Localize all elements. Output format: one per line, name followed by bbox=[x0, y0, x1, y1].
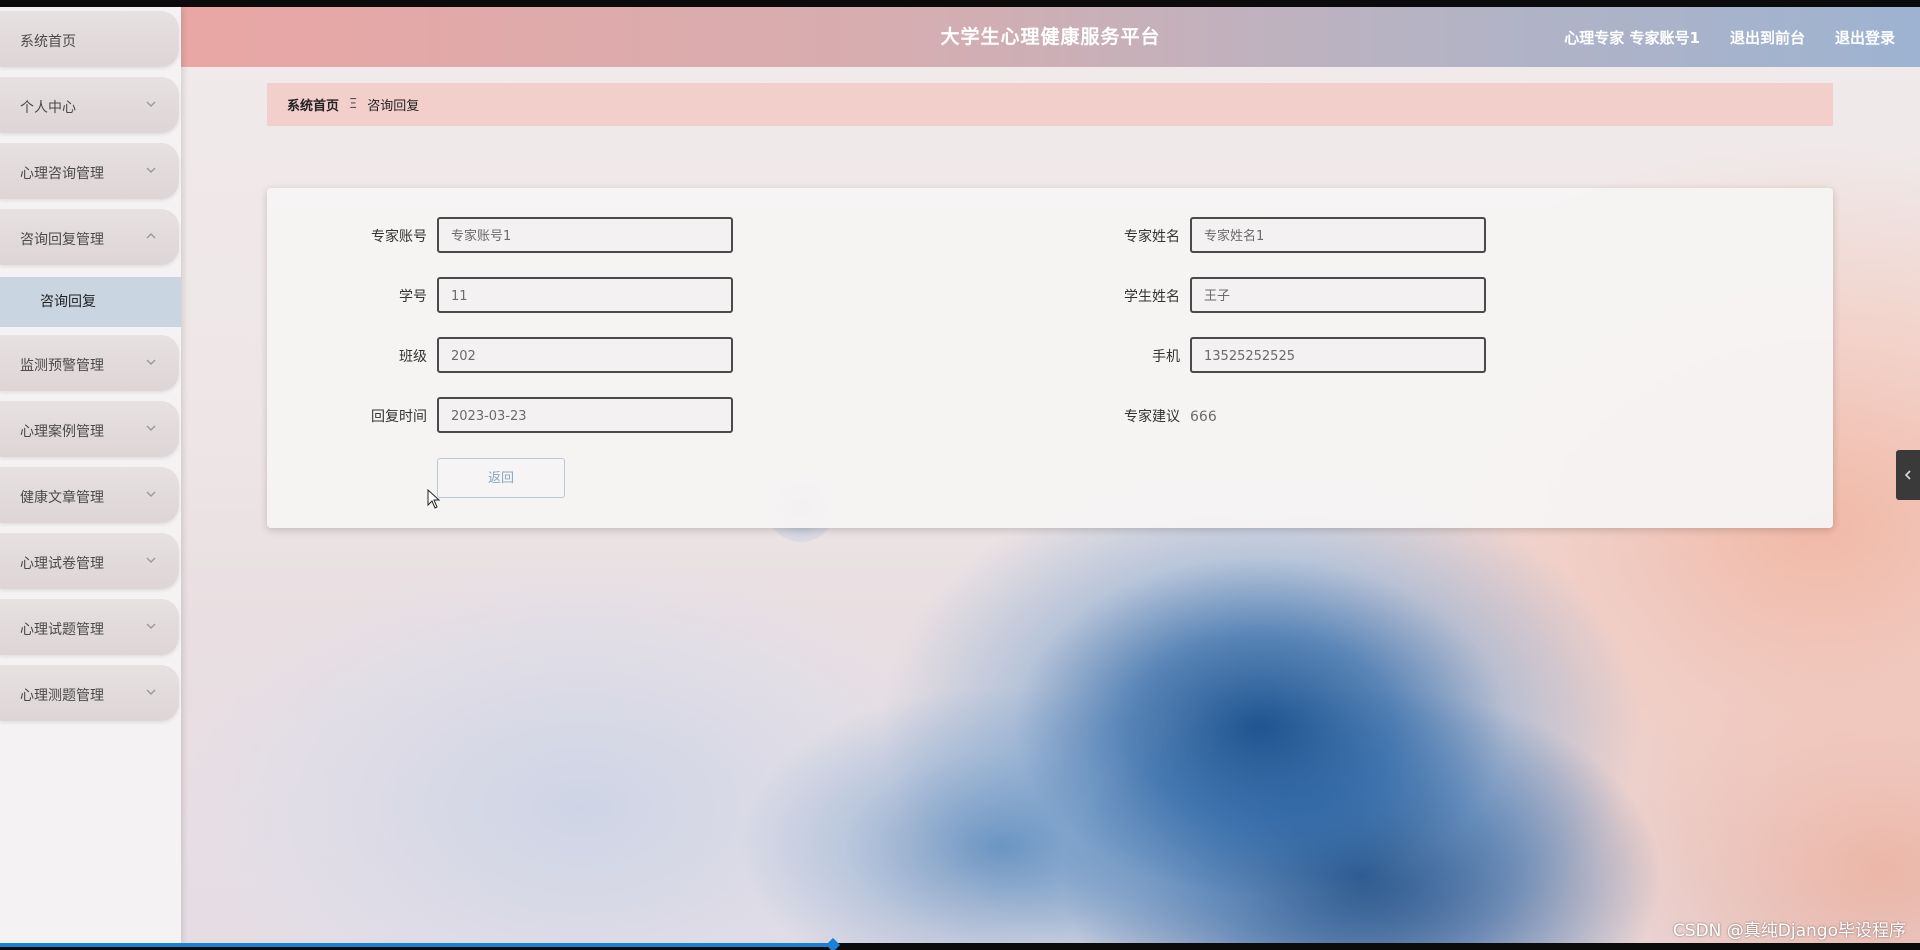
sidebar-item-label: 心理测题管理 bbox=[20, 688, 104, 704]
video-progress-track[interactable] bbox=[0, 937, 1920, 950]
student-no-label: 学号 bbox=[399, 289, 427, 305]
chevron-down-icon bbox=[145, 686, 157, 698]
sidebar-item-article-management[interactable]: 健康文章管理 bbox=[0, 467, 179, 523]
sidebar-item-home[interactable]: 系统首页 bbox=[0, 11, 179, 67]
sidebar-item-label: 咨询回复管理 bbox=[20, 232, 104, 248]
phone-input[interactable]: 13525252525 bbox=[1190, 337, 1486, 373]
goto-front-link[interactable]: 退出到前台 bbox=[1730, 27, 1805, 48]
expert-name-label: 专家姓名 bbox=[1124, 229, 1180, 245]
sidebar-subitem-consult-reply[interactable]: 咨询回复 bbox=[0, 277, 181, 327]
top-strip bbox=[0, 0, 1920, 7]
sidebar-item-label: 心理案例管理 bbox=[20, 424, 104, 440]
logout-link[interactable]: 退出登录 bbox=[1835, 27, 1895, 48]
sidebar-subitem-label: 咨询回复 bbox=[40, 294, 96, 310]
student-no-input[interactable]: 11 bbox=[437, 277, 733, 313]
reply-time-input[interactable]: 2023-03-23 bbox=[437, 397, 733, 433]
sidebar-item-test-management[interactable]: 心理测题管理 bbox=[0, 665, 179, 721]
breadcrumb-home-link[interactable]: 系统首页 bbox=[287, 95, 339, 114]
chevron-down-icon bbox=[145, 422, 157, 434]
breadcrumb: 系统首页 Ξ 咨询回复 bbox=[267, 83, 1833, 126]
sidebar-item-question-management[interactable]: 心理试题管理 bbox=[0, 599, 179, 655]
side-panel-toggle[interactable] bbox=[1896, 450, 1920, 500]
mouse-cursor-icon bbox=[427, 489, 441, 509]
chevron-down-icon bbox=[145, 164, 157, 176]
chevron-down-icon bbox=[145, 488, 157, 500]
sidebar-item-monitor-warning[interactable]: 监测预警管理 bbox=[0, 335, 179, 391]
chevron-up-icon bbox=[145, 230, 157, 242]
chevron-down-icon bbox=[145, 356, 157, 368]
chevron-down-icon bbox=[145, 98, 157, 110]
expert-account-label: 专家账号 bbox=[371, 229, 427, 245]
sidebar-item-label: 心理试卷管理 bbox=[20, 556, 104, 572]
expert-account-input[interactable]: 专家账号1 bbox=[437, 217, 733, 253]
expert-name-input[interactable]: 专家姓名1 bbox=[1190, 217, 1486, 253]
chevron-down-icon bbox=[145, 554, 157, 566]
chevron-down-icon bbox=[145, 620, 157, 632]
header-actions: 心理专家 专家账号1 退出到前台 退出登录 bbox=[1564, 7, 1895, 67]
class-input[interactable]: 202 bbox=[437, 337, 733, 373]
sidebar-item-label: 监测预警管理 bbox=[20, 358, 104, 374]
student-name-input[interactable]: 王子 bbox=[1190, 277, 1486, 313]
phone-label: 手机 bbox=[1152, 349, 1180, 365]
breadcrumb-current: 咨询回复 bbox=[367, 99, 420, 114]
sidebar: 系统首页 个人中心 心理咨询管理 咨询回复管理 咨询回复 监测预警管理 心理案例… bbox=[0, 7, 181, 943]
advice-value: 666 bbox=[1190, 409, 1217, 425]
back-button[interactable]: 返回 bbox=[437, 458, 565, 498]
chevron-left-icon bbox=[1904, 470, 1911, 480]
sidebar-item-consult-management[interactable]: 心理咨询管理 bbox=[0, 143, 179, 199]
sidebar-item-label: 心理试题管理 bbox=[20, 622, 104, 638]
advice-label: 专家建议 bbox=[1124, 409, 1180, 425]
watermark: CSDN @真纯Django毕设程序 bbox=[1672, 921, 1906, 941]
user-label: 心理专家 专家账号1 bbox=[1564, 28, 1700, 47]
reply-time-label: 回复时间 bbox=[371, 409, 427, 425]
sidebar-item-label: 个人中心 bbox=[20, 100, 76, 116]
sidebar-item-label: 健康文章管理 bbox=[20, 490, 104, 506]
screen: 大学生心理健康服务平台 心理专家 专家账号1 退出到前台 退出登录 系统首页 个… bbox=[0, 0, 1920, 950]
breadcrumb-separator: Ξ bbox=[349, 97, 358, 112]
sidebar-item-label: 心理咨询管理 bbox=[20, 166, 104, 182]
sidebar-item-profile[interactable]: 个人中心 bbox=[0, 77, 179, 133]
sidebar-item-paper-management[interactable]: 心理试卷管理 bbox=[0, 533, 179, 589]
sidebar-item-case-management[interactable]: 心理案例管理 bbox=[0, 401, 179, 457]
sidebar-item-reply-management[interactable]: 咨询回复管理 bbox=[0, 209, 179, 265]
class-label: 班级 bbox=[399, 349, 427, 365]
detail-form-card: 专家账号 专家账号1 专家姓名 专家姓名1 学号 11 学生姓名 王子 班级 2… bbox=[267, 188, 1833, 528]
header: 大学生心理健康服务平台 心理专家 专家账号1 退出到前台 退出登录 bbox=[181, 7, 1920, 67]
sidebar-item-label: 系统首页 bbox=[20, 34, 76, 50]
video-progress-fill bbox=[0, 943, 833, 947]
student-name-label: 学生姓名 bbox=[1124, 289, 1180, 305]
